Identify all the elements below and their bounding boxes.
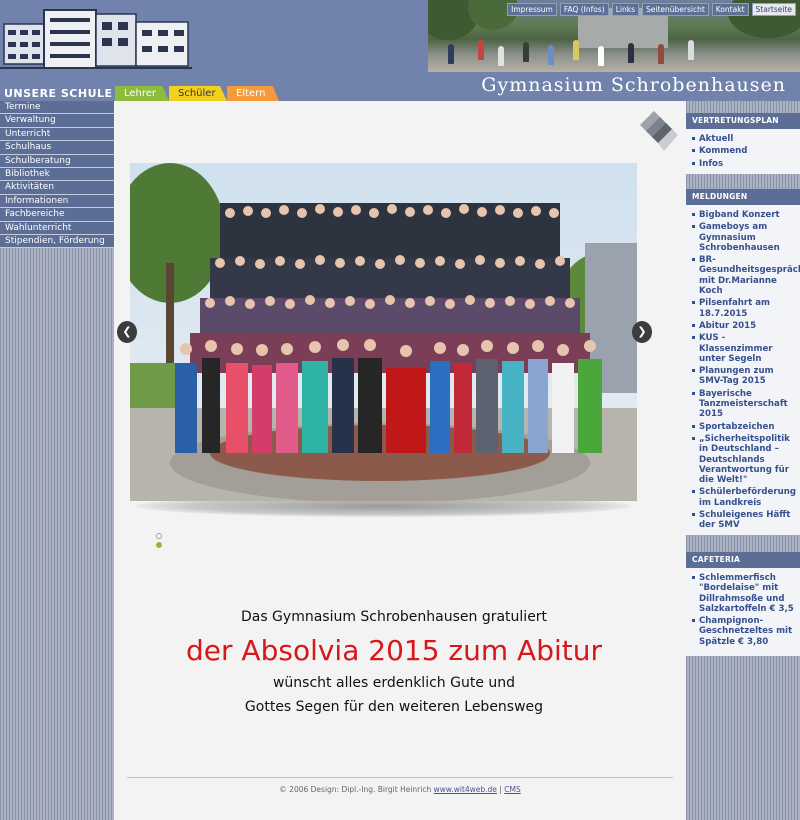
footer-credit: © 2006 Design: Dipl.-Ing. Birgit Heinric…: [279, 785, 432, 794]
nav-item-verwaltung[interactable]: Verwaltung: [0, 114, 114, 128]
news-item[interactable]: Sportabzeichen: [691, 422, 798, 432]
tab-eltern[interactable]: Eltern: [227, 86, 279, 101]
nav-item-stipendien[interactable]: Stipendien, Förderung: [0, 234, 114, 249]
nav-item-schulberatung[interactable]: Schulberatung: [0, 154, 114, 168]
top-link-kontakt[interactable]: Kontakt: [711, 3, 749, 16]
news-item[interactable]: Gameboys am Gymnasium Schrobenhausen: [691, 222, 798, 253]
news-item[interactable]: Bayerische Tanzmeisterschaft 2015: [691, 389, 798, 420]
cafeteria-heading: CAFETERIA DONNERSTAG: [686, 552, 800, 580]
slider-next-button[interactable]: ❯: [632, 321, 652, 343]
vertretungsplan-heading: VERTRETUNGSPLAN: [686, 113, 800, 129]
chevron-right-icon: ❯: [637, 325, 647, 338]
corner-logo-icon: [640, 111, 678, 151]
cafeteria-item[interactable]: Schlemmerfisch "Bordelaise" mit Dillrahm…: [691, 573, 798, 614]
vertretung-item-aktuell[interactable]: Aktuell: [691, 134, 798, 144]
tab-lehrer[interactable]: Lehrer: [115, 86, 169, 101]
news-item[interactable]: KUS - Klassenzimmer unter Segeln: [691, 333, 798, 364]
tab-schueler[interactable]: Schüler: [169, 86, 227, 101]
footer-separator: |: [499, 785, 502, 794]
nav-item-informationen[interactable]: Informationen: [0, 194, 114, 209]
vertretungsplan-box: VERTRETUNGSPLAN Aktuell Kommend Infos: [686, 113, 800, 174]
footer-link-cms[interactable]: CMS: [504, 785, 520, 794]
slider-dot-2-active[interactable]: [156, 542, 162, 548]
footer: © 2006 Design: Dipl.-Ing. Birgit Heinric…: [114, 785, 686, 794]
slider-prev-button[interactable]: ❮: [117, 321, 137, 343]
nav-item-schulhaus[interactable]: Schulhaus: [0, 141, 114, 155]
nav-item-aktivitaeten[interactable]: Aktivitäten: [0, 181, 114, 195]
congrats-line-3: wünscht alles erdenklich Gute und: [272, 675, 516, 691]
vertretung-item-kommend[interactable]: Kommend: [691, 146, 798, 156]
news-item[interactable]: BR-Gesundheitsgespräch mit Dr.Marianne K…: [691, 255, 800, 296]
news-item[interactable]: Bigband Konzert: [691, 210, 798, 220]
audience-tabs: Lehrer Schüler Eltern: [115, 86, 279, 101]
meldungen-box: MELDUNGEN Bigband Konzert Gameboys am Gy…: [686, 189, 800, 535]
nav-item-termine[interactable]: Termine: [0, 101, 114, 115]
slider-dot-1[interactable]: [156, 533, 162, 539]
news-item[interactable]: Pilsenfahrt am 18.7.2015: [691, 298, 798, 319]
footer-link-wit4web[interactable]: www.wit4web.de: [434, 785, 497, 794]
nav-item-fachbereiche[interactable]: Fachbereiche: [0, 208, 114, 222]
main-content: ❮ ❯ Das Gymnasium Schrobenhausen gratuli…: [114, 101, 686, 820]
top-link-startseite[interactable]: Startseite: [751, 3, 796, 16]
news-item[interactable]: Schülerbeförderung im Landkreis: [691, 487, 798, 508]
cafeteria-box: CAFETERIA DONNERSTAG Schlemmerfisch "Bor…: [686, 552, 800, 656]
top-link-sitemap[interactable]: Seitenübersicht: [642, 3, 709, 16]
nav-item-bibliothek[interactable]: Bibliothek: [0, 167, 114, 182]
nav-item-unterricht[interactable]: Unterricht: [0, 127, 114, 142]
graduates-crowd: [175, 203, 602, 453]
congrats-line-4: Gottes Segen für den weiteren Lebensweg: [244, 699, 544, 715]
footer-divider: [127, 777, 673, 778]
nav-heading: UNSERE SCHULE: [4, 87, 113, 100]
vertretung-item-infos[interactable]: Infos: [691, 159, 798, 169]
nav-item-wahlunterricht[interactable]: Wahlunterricht: [0, 221, 114, 235]
congrats-headline: der Absolvia 2015 zum Abitur: [186, 634, 602, 667]
chevron-left-icon: ❮: [122, 325, 132, 338]
top-links-bar: Impressum FAQ (Infos) Links Seitenübersi…: [507, 3, 796, 16]
left-navigation: Termine Verwaltung Unterricht Schulhaus …: [0, 101, 114, 249]
congrats-intro: Das Gymnasium Schrobenhausen gratuliert: [240, 609, 548, 625]
top-link-impressum[interactable]: Impressum: [507, 3, 557, 16]
left-stripe-background: [0, 247, 114, 820]
news-item[interactable]: Planungen zum SMV-Tag 2015: [691, 366, 798, 387]
school-building-logo[interactable]: [0, 2, 192, 72]
top-link-links[interactable]: Links: [611, 3, 639, 16]
news-item[interactable]: Schuleigenes Häfft der SMV: [691, 510, 798, 531]
graduation-group-photo: [130, 163, 637, 501]
news-item[interactable]: Abitur 2015: [691, 321, 798, 331]
top-link-faq[interactable]: FAQ (Infos): [559, 3, 609, 16]
school-title: Gymnasium Schrobenhausen: [481, 74, 786, 96]
meldungen-heading: MELDUNGEN: [686, 189, 800, 205]
slideshow-image-graduates[interactable]: [130, 163, 637, 501]
cafeteria-item[interactable]: Champignon-Geschnetzeltes mit Spätzle € …: [691, 616, 798, 647]
news-item[interactable]: „Sicherheitspolitik in Deutschland – Deu…: [691, 434, 798, 485]
